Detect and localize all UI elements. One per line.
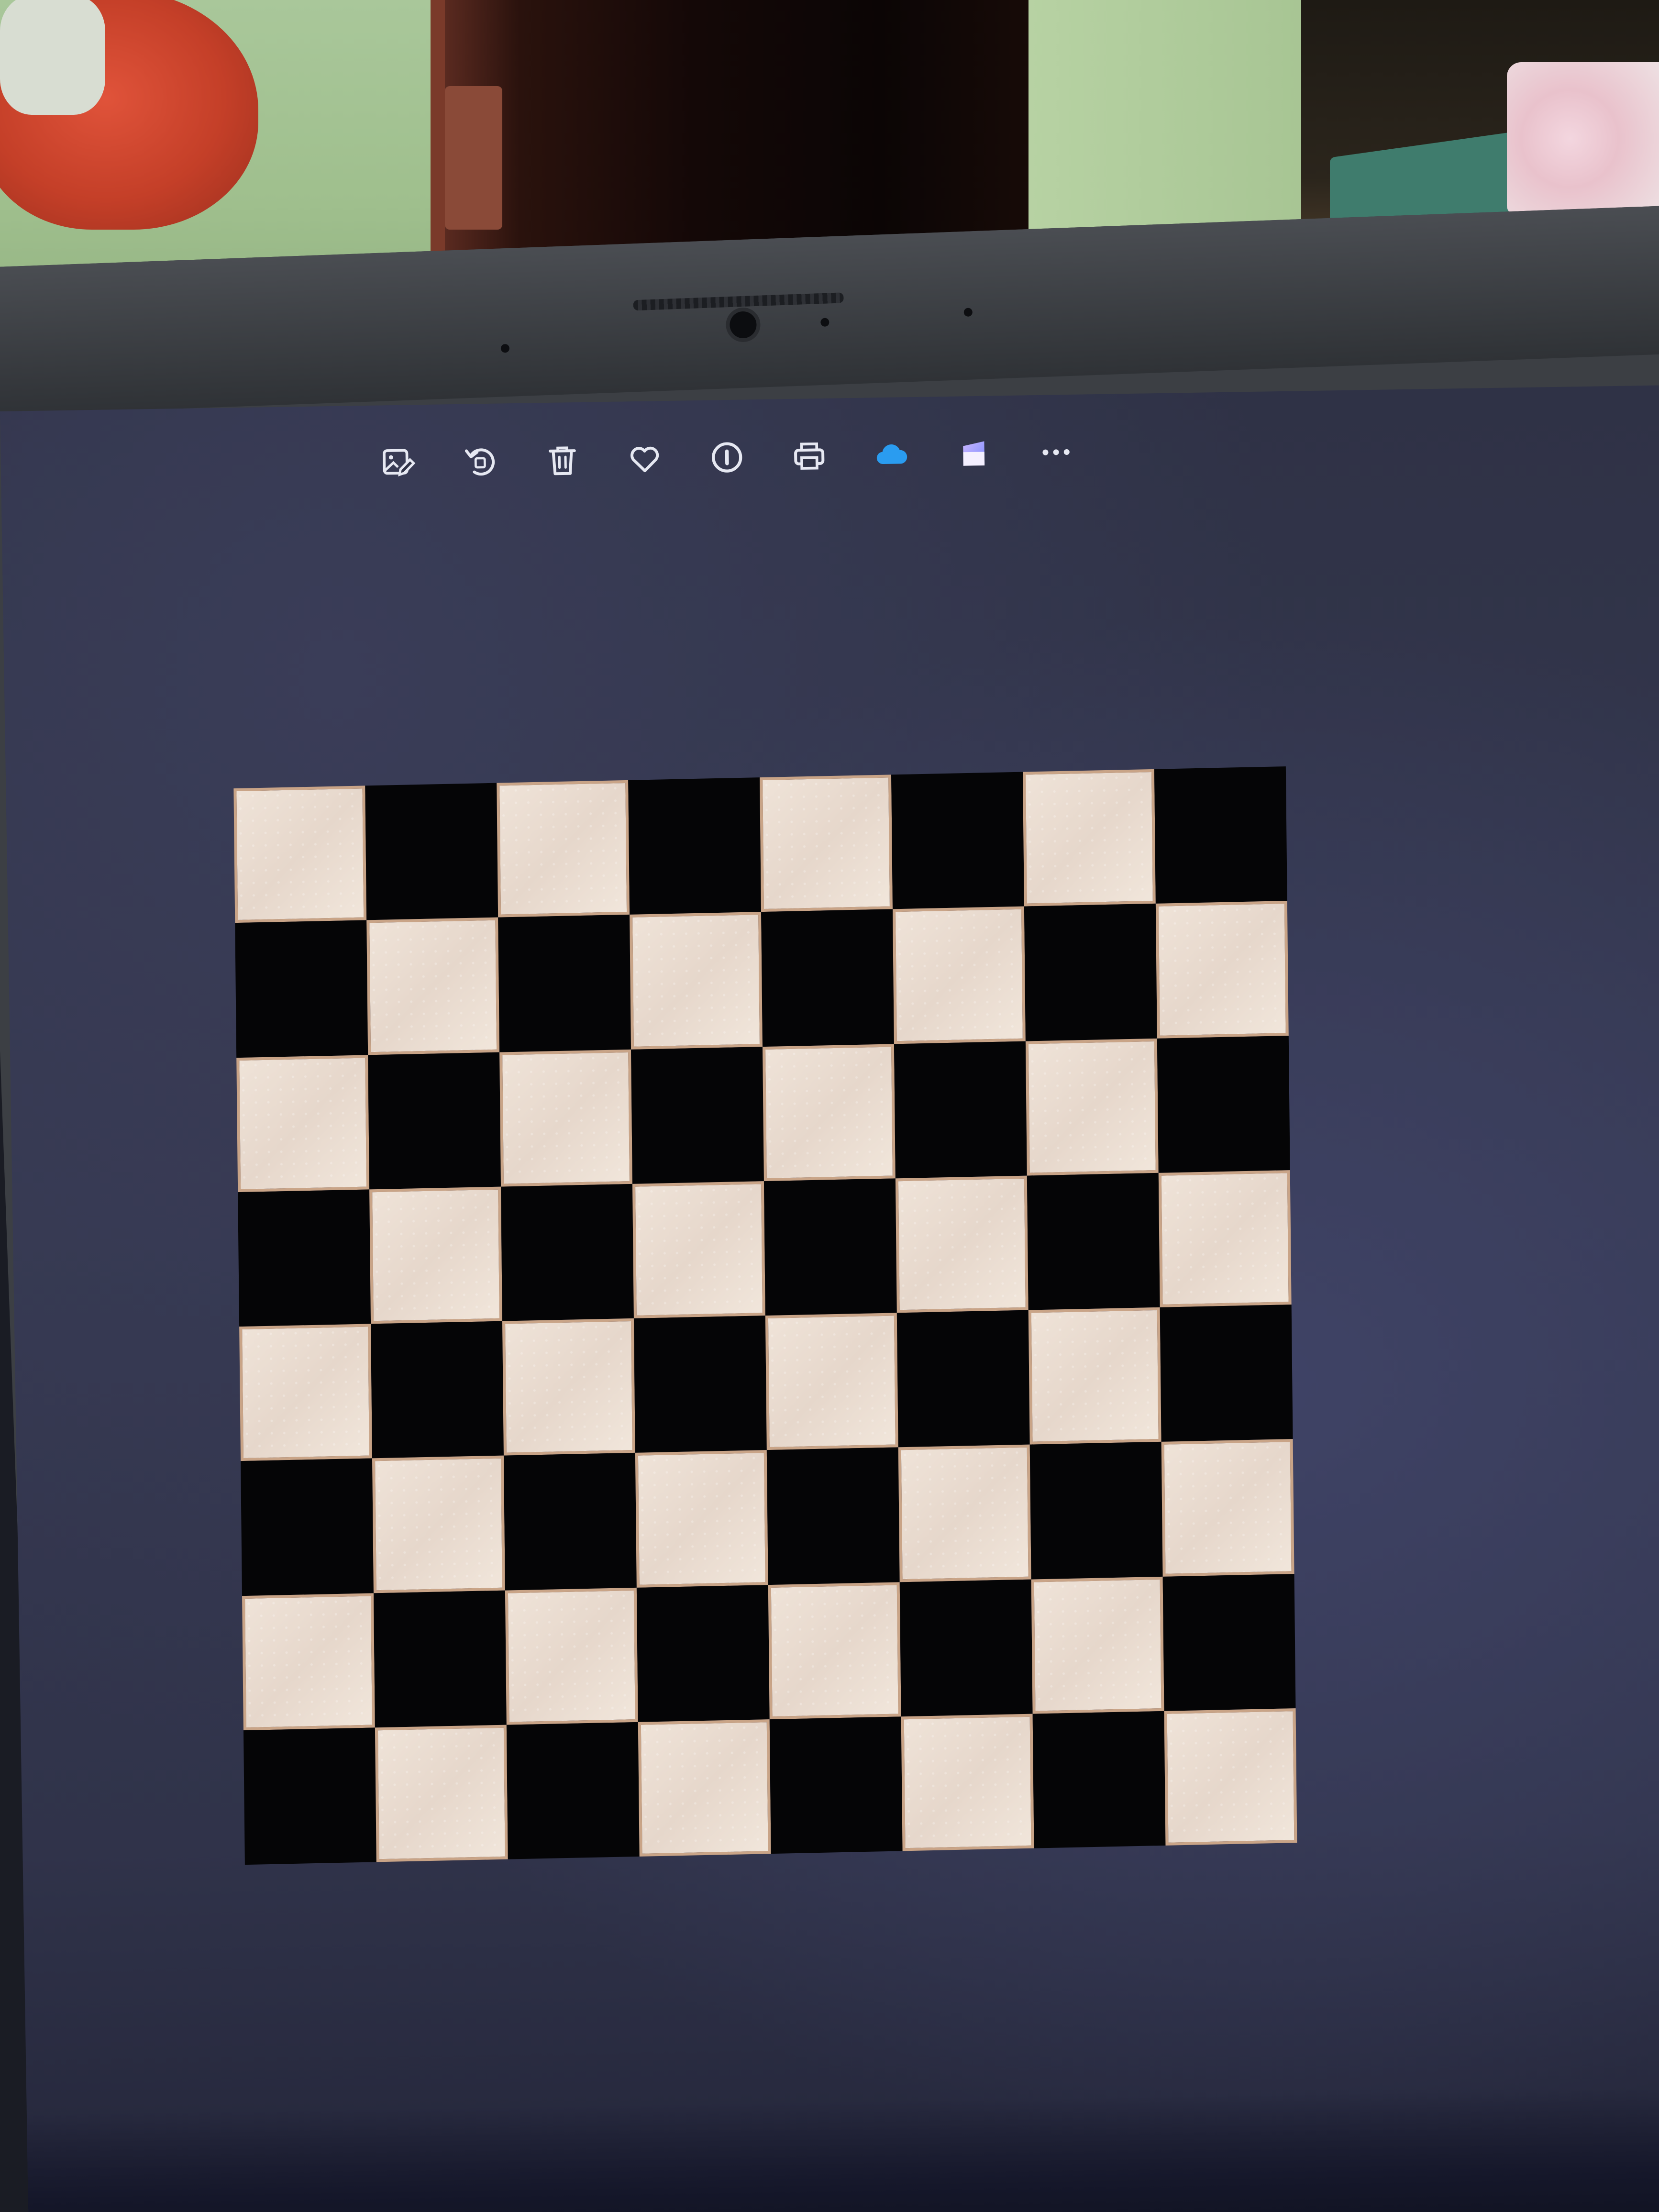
light-square	[369, 1186, 503, 1324]
dark-square	[1154, 766, 1287, 904]
screen-bottom-shade	[26, 2087, 1659, 2212]
light-square	[762, 1043, 896, 1181]
light-square	[638, 1719, 771, 1857]
floral-box	[1507, 62, 1659, 215]
light-square	[765, 1313, 898, 1450]
light-square	[1155, 901, 1289, 1039]
light-square	[1022, 769, 1156, 907]
light-square	[895, 1175, 1029, 1313]
light-square	[502, 1318, 635, 1456]
light-square	[892, 906, 1026, 1044]
dark-square	[235, 920, 368, 1058]
light-square	[1025, 1038, 1159, 1176]
light-square	[505, 1587, 638, 1725]
light-square	[901, 1714, 1034, 1851]
heart-icon	[630, 446, 659, 473]
light-square	[239, 1324, 373, 1461]
dark-square	[769, 1716, 903, 1854]
dark-square	[628, 777, 762, 915]
favorite-button[interactable]	[616, 434, 674, 483]
light-square	[1158, 1170, 1292, 1307]
light-square	[242, 1593, 375, 1730]
dark-square	[763, 1178, 897, 1316]
video-editor-button[interactable]	[945, 429, 1003, 478]
info-icon	[712, 442, 742, 473]
dark-square	[631, 1046, 764, 1184]
light-square	[1031, 1576, 1164, 1714]
light-square	[1164, 1708, 1297, 1846]
edit-image-button[interactable]	[369, 438, 427, 487]
light-package	[0, 0, 105, 115]
print-button[interactable]	[780, 432, 839, 481]
light-square	[1028, 1307, 1161, 1445]
dark-square	[1024, 904, 1157, 1041]
light-square	[760, 774, 893, 912]
dark-square	[1160, 1305, 1293, 1442]
dark-square	[498, 915, 631, 1052]
dark-square	[1162, 1573, 1296, 1711]
dark-square	[894, 1041, 1027, 1179]
edit-image-icon	[383, 449, 416, 477]
door-hinge	[445, 86, 502, 230]
video-editor-icon	[963, 441, 985, 466]
light-square	[499, 1049, 633, 1187]
photo-viewer-image[interactable]	[233, 766, 1297, 1865]
dark-square	[373, 1590, 507, 1728]
dark-square	[503, 1453, 637, 1591]
light-square	[635, 1450, 768, 1588]
rotate-icon	[465, 448, 495, 476]
checkerboard-image	[233, 766, 1297, 1865]
light-square	[236, 1054, 370, 1192]
dark-square	[766, 1447, 900, 1585]
dark-square	[899, 1579, 1033, 1717]
dark-square	[243, 1727, 376, 1865]
dark-square	[636, 1584, 770, 1722]
trash-icon	[549, 446, 576, 476]
light-square	[497, 780, 630, 918]
light-square	[898, 1444, 1031, 1582]
light-square	[375, 1725, 508, 1862]
dark-square	[761, 909, 894, 1047]
more-options-icon	[1042, 449, 1070, 455]
dark-square	[501, 1183, 634, 1321]
light-square	[366, 917, 500, 1055]
dark-square	[1027, 1172, 1160, 1310]
cloud-icon	[876, 444, 907, 465]
photo-toolbar	[369, 428, 1085, 487]
dark-square	[891, 772, 1024, 909]
light-square	[372, 1455, 505, 1593]
dark-square	[368, 1052, 501, 1190]
light-square	[630, 912, 763, 1050]
light-square	[632, 1181, 765, 1318]
dark-square	[506, 1722, 640, 1859]
rotate-button[interactable]	[451, 437, 509, 486]
light-square	[768, 1582, 901, 1719]
printer-icon	[794, 442, 825, 470]
dark-square	[1157, 1035, 1290, 1173]
light-square	[1161, 1439, 1294, 1577]
dark-square	[896, 1310, 1030, 1448]
onedrive-button[interactable]	[863, 431, 921, 479]
delete-button[interactable]	[533, 436, 592, 485]
dark-square	[1029, 1442, 1163, 1580]
info-button[interactable]	[698, 433, 756, 482]
dark-square	[1032, 1711, 1166, 1848]
dark-square	[365, 783, 498, 920]
dark-square	[633, 1316, 767, 1453]
more-options-button[interactable]	[1027, 428, 1085, 476]
dark-square	[241, 1458, 374, 1596]
dark-square	[371, 1321, 504, 1459]
photos-app-window	[0, 385, 1659, 2212]
dark-square	[238, 1189, 371, 1327]
light-square	[233, 785, 367, 923]
